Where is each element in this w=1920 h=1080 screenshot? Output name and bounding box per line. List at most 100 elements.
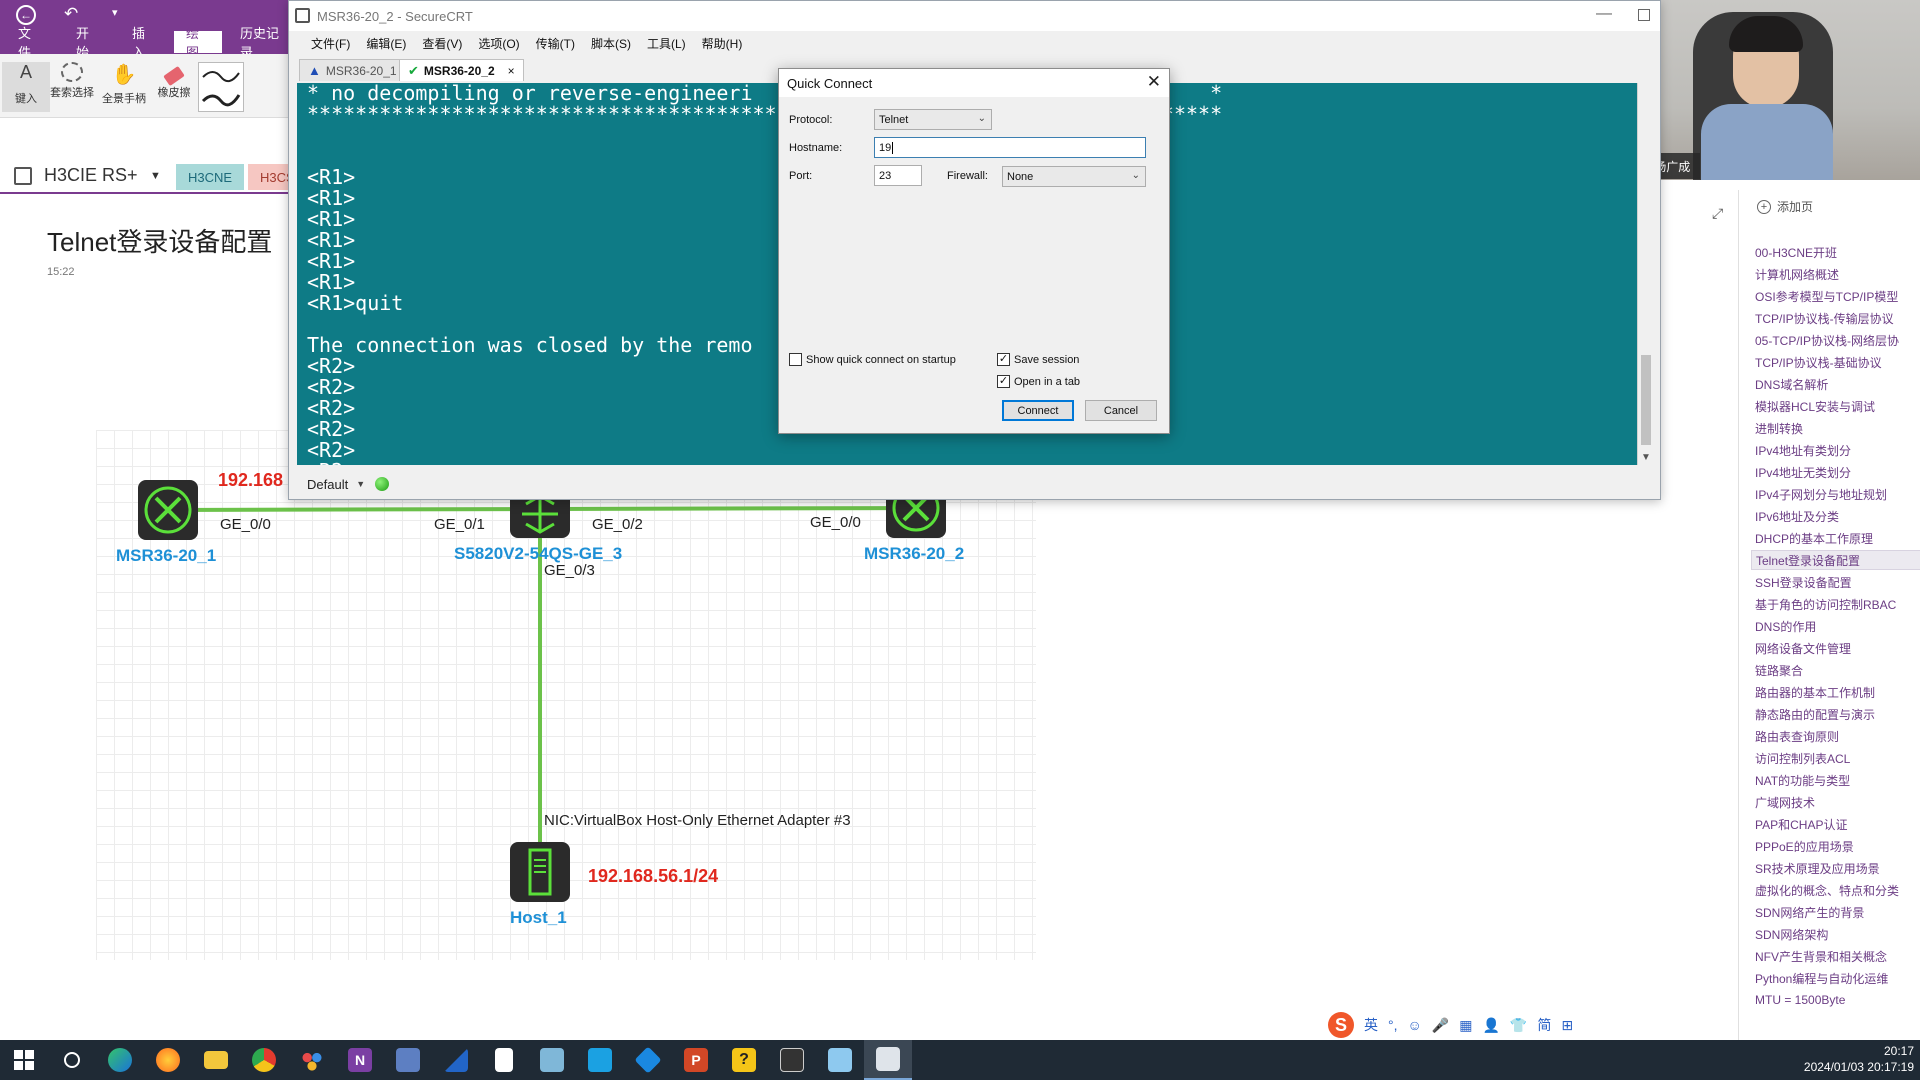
page-list-item[interactable]: IPv4地址无类划分 <box>1751 462 1920 482</box>
page-list-item[interactable]: 广域网技术 <box>1751 792 1920 812</box>
page-list-item[interactable]: 计算机网络概述 <box>1751 264 1920 284</box>
start-button[interactable] <box>0 1040 48 1080</box>
type-button[interactable]: A 键入 <box>2 62 50 112</box>
page-list-item[interactable]: 网络设备文件管理 <box>1751 638 1920 658</box>
menu-tools[interactable]: 工具(L) <box>639 35 694 52</box>
add-page-button[interactable]: + 添加页 <box>1757 198 1813 215</box>
page-list-item[interactable]: 进制转换 <box>1751 418 1920 438</box>
page-list-item[interactable]: 静态路由的配置与演示 <box>1751 704 1920 724</box>
chevron-down-icon[interactable]: ▼ <box>150 170 161 182</box>
taskbar-app-cloud[interactable] <box>768 1040 816 1080</box>
menu-file[interactable]: 文件 <box>6 26 54 60</box>
page-list-item[interactable]: Python编程与自动化运维 <box>1751 968 1920 988</box>
router-icon[interactable] <box>138 480 198 540</box>
minimize-icon[interactable]: — <box>1596 5 1612 23</box>
keyboard-icon[interactable]: ▦ <box>1459 1017 1472 1034</box>
close-icon[interactable]: ✕ <box>1147 72 1161 92</box>
taskbar-securecrt[interactable] <box>864 1040 912 1080</box>
menu-options[interactable]: 选项(O) <box>470 35 527 52</box>
section-tab-h3cne[interactable]: H3CNE <box>176 164 245 190</box>
page-list-item[interactable]: DNS的作用 <box>1751 616 1920 636</box>
page-list-item[interactable]: 访问控制列表ACL <box>1751 748 1920 768</box>
page-list-item[interactable]: SSH登录设备配置 <box>1751 572 1920 592</box>
menu-transfer[interactable]: 传输(T) <box>528 35 583 52</box>
page-list-item[interactable]: IPv6地址及分类 <box>1751 506 1920 526</box>
undo-icon[interactable]: ↶ <box>64 4 78 24</box>
expand-icon[interactable]: ⤢ <box>1712 205 1723 222</box>
menu-home[interactable]: 开始 <box>64 26 112 60</box>
page-list-item[interactable]: NAT的功能与类型 <box>1751 770 1920 790</box>
pan-button[interactable]: ✋ 全景手柄 <box>100 62 148 112</box>
voice-icon[interactable]: 🎤 <box>1432 1017 1449 1034</box>
eraser-button[interactable]: 橡皮擦 <box>150 62 198 112</box>
port-input[interactable]: 23 <box>874 165 922 186</box>
ime-lang-button[interactable]: 英 <box>1364 1015 1378 1035</box>
pen-gallery[interactable] <box>198 62 244 112</box>
taskbar-app-dots[interactable] <box>288 1040 336 1080</box>
page-list-item[interactable]: IPv4地址有类划分 <box>1751 440 1920 460</box>
page-list-item[interactable]: 05-TCP/IP协议栈-网络层协 <box>1751 330 1920 350</box>
search-button[interactable] <box>48 1040 96 1080</box>
tab-msr36-20-1[interactable]: ▲ MSR36-20_1 <box>299 59 406 81</box>
page-list-item[interactable]: SDN网络架构 <box>1751 924 1920 944</box>
taskbar-network[interactable] <box>528 1040 576 1080</box>
menu-script[interactable]: 脚本(S) <box>583 35 639 52</box>
page-list-item[interactable]: PPPoE的应用场景 <box>1751 836 1920 856</box>
scroll-down-icon[interactable]: ▼ <box>1641 452 1651 463</box>
system-clock[interactable]: 20:17 2024/01/03 20:17:19 <box>1804 1043 1914 1075</box>
page-list-item[interactable]: Telnet登录设备配置 <box>1751 550 1920 570</box>
protocol-select[interactable]: Telnet ⌄ <box>874 109 992 130</box>
taskbar-chrome[interactable] <box>240 1040 288 1080</box>
emoji-icon[interactable]: ☺ <box>1408 1017 1422 1033</box>
connect-button[interactable]: Connect <box>1002 400 1074 421</box>
show-on-startup-checkbox[interactable]: Show quick connect on startup <box>789 353 956 366</box>
page-list-item[interactable]: 00-H3CNE开班 <box>1751 242 1920 262</box>
menu-view[interactable]: 查看(V) <box>414 35 470 52</box>
menu-insert[interactable]: 插入 <box>120 26 168 60</box>
lasso-button[interactable]: 套索选择 <box>48 62 96 112</box>
page-list-item[interactable]: SDN网络产生的背景 <box>1751 902 1920 922</box>
close-icon[interactable]: × <box>508 64 515 78</box>
menu-help[interactable]: 帮助(H) <box>694 35 751 52</box>
firewall-select[interactable]: None ⌄ <box>1002 166 1146 187</box>
page-list-item[interactable]: 路由表查询原则 <box>1751 726 1920 746</box>
menu-edit[interactable]: 编辑(E) <box>358 35 414 52</box>
menu-draw[interactable]: 绘图 <box>174 26 222 60</box>
taskbar-notepad[interactable] <box>480 1040 528 1080</box>
tab-msr36-20-2[interactable]: ✔ MSR36-20_2 × <box>399 59 524 81</box>
page-list-item[interactable]: IPv4子网划分与地址规划 <box>1751 484 1920 504</box>
page-list-item[interactable]: PAP和CHAP认证 <box>1751 814 1920 834</box>
taskbar-firefox[interactable] <box>144 1040 192 1080</box>
page-list-item[interactable]: 模拟器HCL安装与调试 <box>1751 396 1920 416</box>
notebook-name[interactable]: H3CIE RS+ <box>44 165 138 186</box>
page-list-item[interactable]: NFV产生背景和相关概念 <box>1751 946 1920 966</box>
grid-icon[interactable]: ⊞ <box>1561 1017 1573 1034</box>
user-icon[interactable]: 👤 <box>1482 1017 1499 1034</box>
skin-icon[interactable]: 👕 <box>1510 1017 1527 1034</box>
hostname-input[interactable]: 19 <box>874 137 1146 158</box>
menu-file[interactable]: 文件(F) <box>303 35 358 52</box>
page-list-item[interactable]: DNS域名解析 <box>1751 374 1920 394</box>
maximize-icon[interactable] <box>1638 9 1650 21</box>
taskbar-onenote[interactable]: N <box>336 1040 384 1080</box>
page-list-item[interactable]: DHCP的基本工作原理 <box>1751 528 1920 548</box>
save-session-checkbox[interactable]: ✓ Save session <box>997 353 1079 366</box>
customize-icon[interactable]: ▾ <box>112 6 118 19</box>
page-list-item[interactable]: TCP/IP协议栈-传输层协议 <box>1751 308 1920 328</box>
taskbar-edge[interactable] <box>96 1040 144 1080</box>
host-icon[interactable] <box>510 842 570 902</box>
scrollbar-thumb[interactable] <box>1641 355 1651 445</box>
taskbar-explorer[interactable] <box>192 1040 240 1080</box>
taskbar-app-blue[interactable] <box>432 1040 480 1080</box>
page-list-item[interactable]: 链路聚合 <box>1751 660 1920 680</box>
taskbar-help[interactable]: ? <box>720 1040 768 1080</box>
taskbar-powerpoint[interactable]: P <box>672 1040 720 1080</box>
page-list-item[interactable]: 虚拟化的概念、特点和分类 <box>1751 880 1920 900</box>
taskbar-app-window[interactable] <box>816 1040 864 1080</box>
page-list-item[interactable]: 基于角色的访问控制RBAC <box>1751 594 1920 614</box>
session-select[interactable]: Default ▼ <box>303 475 369 494</box>
cancel-button[interactable]: Cancel <box>1085 400 1157 421</box>
page-list-item[interactable]: SR技术原理及应用场景 <box>1751 858 1920 878</box>
page-list-item[interactable]: 路由器的基本工作机制 <box>1751 682 1920 702</box>
taskbar-hcl[interactable] <box>384 1040 432 1080</box>
